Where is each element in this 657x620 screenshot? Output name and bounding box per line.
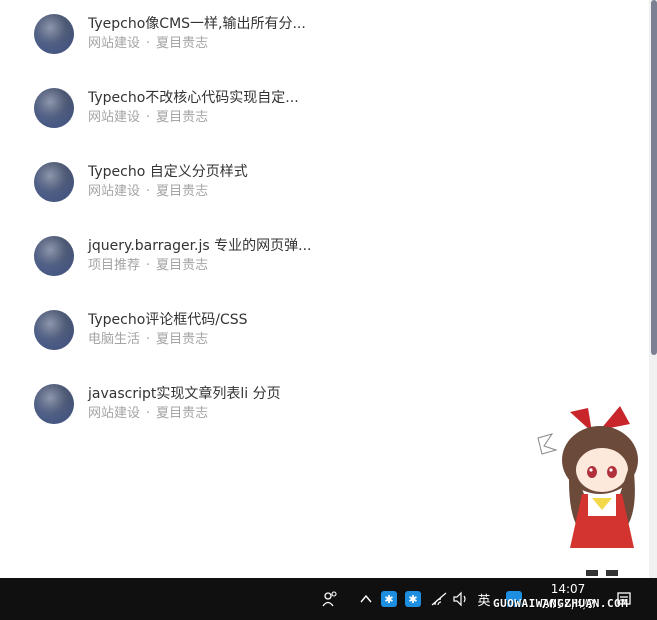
post-title[interactable]: Tyepcho像CMS一样,输出所有分...	[88, 15, 306, 34]
scrollbar-thumb[interactable]	[651, 0, 657, 355]
post-category[interactable]: 网站建设	[88, 110, 140, 125]
avatar	[34, 384, 74, 424]
volume-icon[interactable]	[451, 589, 471, 609]
post-author[interactable]: 夏目贵志	[156, 258, 208, 273]
separator: ·	[146, 110, 151, 125]
list-item[interactable]: Typecho 自定义分页样式 网站建设 · 夏目贵志	[34, 160, 554, 204]
tray-app-icon[interactable]: ✱	[381, 591, 397, 607]
list-item[interactable]: javascript实现文章列表li 分页 网站建设 · 夏目贵志	[34, 382, 554, 426]
post-category[interactable]: 电脑生活	[88, 332, 140, 347]
post-author[interactable]: 夏目贵志	[156, 36, 208, 51]
separator: ·	[146, 258, 151, 273]
separator: ·	[146, 332, 151, 347]
post-title[interactable]: javascript实现文章列表li 分页	[88, 385, 281, 404]
clock-time: 14:07	[550, 582, 586, 596]
post-author[interactable]: 夏目贵志	[156, 406, 208, 421]
avatar	[34, 310, 74, 350]
avatar	[34, 162, 74, 202]
mascot-illustration	[537, 406, 638, 576]
ime-icon[interactable]: 英	[474, 589, 494, 609]
list-item[interactable]: Typecho不改核心代码实现自定... 网站建设 · 夏目贵志	[34, 86, 554, 130]
avatar	[34, 236, 74, 276]
list-item[interactable]: Tyepcho像CMS一样,输出所有分... 网站建设 · 夏目贵志	[34, 12, 554, 56]
tray-app-icon[interactable]: ✱	[405, 591, 421, 607]
list-item[interactable]: jquery.barrager.js 专业的网页弹... 项目推荐 · 夏目贵志	[34, 234, 554, 278]
post-author[interactable]: 夏目贵志	[156, 110, 208, 125]
taskbar: ✱ ✱ 英 14:07 2018/4/2 GUOWAIWANGZHUAN.COM	[0, 578, 657, 620]
people-icon[interactable]	[320, 589, 340, 609]
avatar	[34, 14, 74, 54]
wifi-icon[interactable]	[429, 589, 449, 609]
post-title[interactable]: Typecho 自定义分页样式	[88, 163, 248, 182]
separator: ·	[146, 184, 151, 199]
post-title[interactable]: Typecho不改核心代码实现自定...	[88, 89, 299, 108]
post-category[interactable]: 网站建设	[88, 406, 140, 421]
notification-icon[interactable]	[614, 589, 634, 609]
scrollbar[interactable]	[649, 0, 657, 578]
avatar	[34, 88, 74, 128]
post-author[interactable]: 夏目贵志	[156, 332, 208, 347]
post-category[interactable]: 网站建设	[88, 184, 140, 199]
chevron-up-icon[interactable]	[356, 589, 376, 609]
post-category[interactable]: 网站建设	[88, 36, 140, 51]
list-item[interactable]: Typecho评论框代码/CSS 电脑生活 · 夏目贵志	[34, 308, 554, 352]
separator: ·	[146, 406, 151, 421]
post-title[interactable]: jquery.barrager.js 专业的网页弹...	[88, 237, 311, 256]
post-author[interactable]: 夏目贵志	[156, 184, 208, 199]
post-category[interactable]: 项目推荐	[88, 258, 140, 273]
separator: ·	[146, 36, 151, 51]
watermark: GUOWAIWANGZHUAN.COM	[493, 597, 629, 610]
post-title[interactable]: Typecho评论框代码/CSS	[88, 311, 248, 330]
